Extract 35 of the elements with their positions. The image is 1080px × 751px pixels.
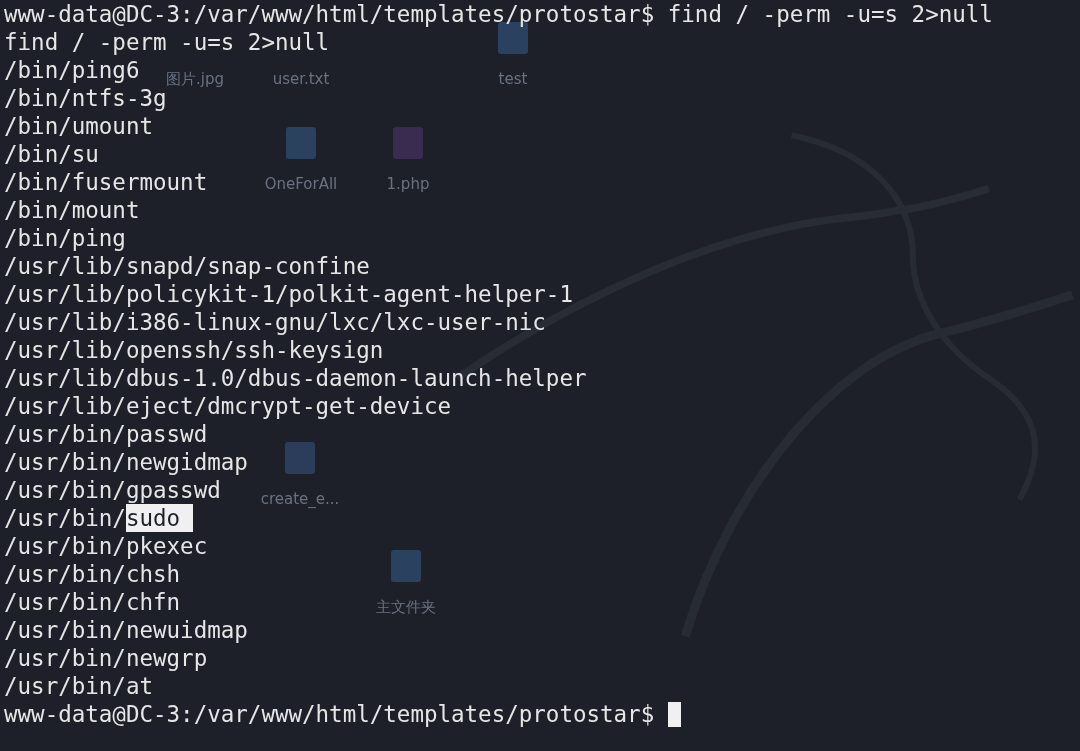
output-line: /usr/bin/passwd bbox=[4, 420, 208, 448]
output-line: /bin/su bbox=[4, 140, 99, 168]
desktop-icon-label[interactable]: test bbox=[498, 70, 528, 88]
output-line: /usr/lib/dbus-1.0/dbus-daemon-launch-helper bbox=[4, 364, 587, 392]
shell-prompt: www-data@DC-3:/var/www/html/templates/protostar$ bbox=[4, 700, 655, 728]
output-line: /usr/bin/pkexec bbox=[4, 532, 208, 560]
output-line: /bin/ping6 bbox=[4, 56, 140, 84]
output-line: /usr/lib/eject/dmcrypt-get-device bbox=[4, 392, 452, 420]
desktop-icon-label[interactable]: user.txt bbox=[272, 70, 330, 88]
output-line: /usr/bin/gpasswd bbox=[4, 476, 221, 504]
output-line: /usr/lib/snapd/snap-confine bbox=[4, 252, 370, 280]
output-line: find / -perm -u=s 2>null bbox=[4, 28, 330, 56]
output-line: /bin/ping bbox=[4, 224, 126, 252]
output-line: /usr/bin/newuidmap bbox=[4, 616, 248, 644]
output-line: /usr/bin/chfn bbox=[4, 588, 181, 616]
output-line: /usr/lib/openssh/ssh-keysign bbox=[4, 336, 384, 364]
output-line: /bin/mount bbox=[4, 196, 140, 224]
desktop-icon-label[interactable]: OneForAll bbox=[264, 175, 338, 193]
output-line: /usr/bin/at bbox=[4, 672, 153, 700]
output-line: /usr/bin/newgrp bbox=[4, 644, 208, 672]
desktop-icon-label[interactable]: create_e... bbox=[260, 490, 340, 508]
output-line: /bin/fusermount bbox=[4, 168, 208, 196]
cursor-icon bbox=[668, 701, 682, 727]
output-line: /usr/bin/newgidmap bbox=[4, 448, 248, 476]
desktop-icon-label[interactable]: 主文件夹 bbox=[376, 598, 436, 617]
desktop-icon-label[interactable]: 1.php bbox=[386, 175, 430, 193]
output-line: /bin/umount bbox=[4, 112, 153, 140]
output-line: /usr/bin/ bbox=[4, 504, 126, 532]
output-line: www-data@DC-3:/var/www/html/templates/protostar$ find / -perm -u=s 2>null bbox=[4, 0, 993, 28]
desktop-icon-label[interactable]: 图片.jpg bbox=[166, 70, 224, 89]
output-line: /usr/bin/chsh bbox=[4, 560, 181, 588]
selected-text: sudo bbox=[125, 504, 194, 532]
output-line: /usr/lib/i386-linux-gnu/lxc/lxc-user-nic bbox=[4, 308, 546, 336]
output-line: /bin/ntfs-3g bbox=[4, 84, 167, 112]
output-line: /usr/lib/policykit-1/polkit-agent-helper-1 bbox=[4, 280, 573, 308]
